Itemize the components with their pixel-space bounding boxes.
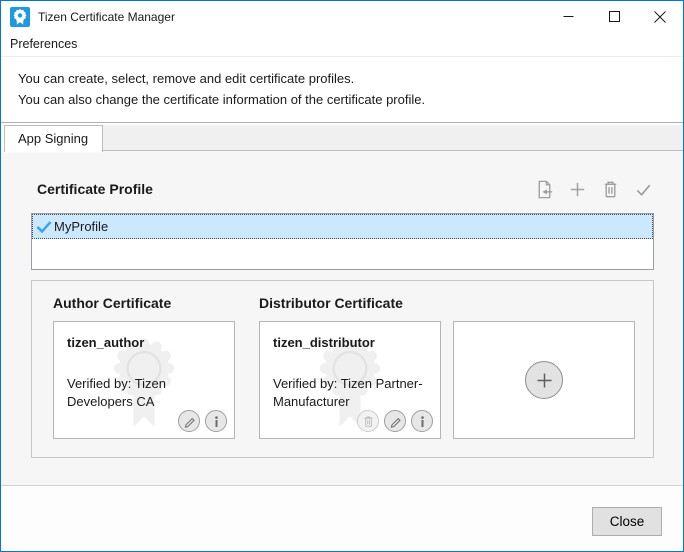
- activate-profile-icon: [633, 179, 654, 200]
- distributor-certificate-name: tizen_distributor: [273, 335, 427, 350]
- tizen-certificate-manager-window: Tizen Certificate Manager Preferences Yo…: [0, 0, 684, 552]
- certificate-profile-header-row: Certificate Profile: [1, 178, 683, 200]
- pencil-icon: [183, 415, 196, 428]
- active-profile-check-icon: [35, 219, 53, 235]
- tizen-certificate-manager-logo-icon: [10, 7, 30, 27]
- tab-strip: App Signing: [1, 123, 683, 151]
- app-signing-panel: Certificate Profile: [1, 150, 683, 485]
- author-certificate-name: tizen_author: [67, 335, 221, 350]
- info-icon: [210, 415, 223, 428]
- delete-distributor-certificate-button[interactable]: [357, 410, 379, 432]
- profile-list-item-myprofile[interactable]: MyProfile: [32, 214, 653, 239]
- add-certificate-icon: [536, 372, 553, 389]
- author-certificate-heading: Author Certificate: [53, 295, 235, 311]
- activate-profile-button[interactable]: [631, 177, 655, 201]
- profile-toolbar: [532, 177, 655, 201]
- author-certificate-verified-by: Verified by: Tizen Developers CA: [67, 375, 217, 411]
- remove-profile-button[interactable]: [598, 177, 622, 201]
- window-controls: [545, 1, 683, 32]
- maximize-icon: [609, 11, 620, 22]
- maximize-button[interactable]: [591, 1, 637, 32]
- distributor-certificate-info-button[interactable]: [411, 410, 433, 432]
- close-button[interactable]: Close: [592, 507, 662, 536]
- title-bar: Tizen Certificate Manager: [1, 1, 683, 32]
- info-banner: You can create, select, remove and edit …: [1, 57, 683, 123]
- info-line-1: You can create, select, remove and edit …: [18, 68, 673, 89]
- menu-item-preferences[interactable]: Preferences: [1, 34, 86, 54]
- info-icon: [416, 415, 429, 428]
- close-icon: [654, 11, 666, 23]
- distributor-certificate-column: Distributor Certificate: [259, 295, 635, 457]
- close-window-button[interactable]: [637, 1, 683, 32]
- certificate-profile-list: MyProfile: [31, 213, 654, 270]
- minimize-button[interactable]: [545, 1, 591, 32]
- distributor-card-actions: [357, 410, 433, 432]
- distributor-certificate-heading: Distributor Certificate: [259, 295, 635, 311]
- tab-strip-spacer: [103, 125, 683, 151]
- menu-bar: Preferences: [1, 32, 683, 57]
- certificate-profile-heading: Certificate Profile: [37, 181, 153, 197]
- certificates-group-box: Author Certificate tizen_autho: [31, 280, 654, 458]
- info-line-2: You can also change the certificate info…: [18, 89, 673, 110]
- distributor-cards-row: tizen_distributor Verified by: Tizen Par…: [259, 321, 635, 439]
- distributor-certificate-card: tizen_distributor Verified by: Tizen Par…: [259, 321, 441, 439]
- remove-profile-icon: [600, 179, 621, 200]
- minimize-icon: [563, 11, 574, 22]
- edit-distributor-certificate-button[interactable]: [384, 410, 406, 432]
- author-certificate-column: Author Certificate tizen_autho: [53, 295, 235, 457]
- import-profile-button[interactable]: [532, 177, 556, 201]
- profile-name: MyProfile: [54, 219, 108, 234]
- author-certificate-info-button[interactable]: [205, 410, 227, 432]
- window-title: Tizen Certificate Manager: [38, 10, 545, 24]
- distributor-certificate-verified-by: Verified by: Tizen Partner-Manufacturer: [273, 375, 423, 411]
- author-card-actions: [178, 410, 227, 432]
- edit-author-certificate-button[interactable]: [178, 410, 200, 432]
- author-certificate-card: tizen_author Verified by: Tizen Develope…: [53, 321, 235, 439]
- pencil-icon: [389, 415, 402, 428]
- add-distributor-certificate-button[interactable]: [525, 361, 563, 399]
- add-profile-button[interactable]: [565, 177, 589, 201]
- add-profile-icon: [567, 179, 588, 200]
- trash-icon: [362, 415, 375, 428]
- import-profile-icon: [534, 179, 555, 200]
- footer-bar: Close: [1, 485, 683, 552]
- add-distributor-certificate-card: [453, 321, 635, 439]
- tab-app-signing[interactable]: App Signing: [4, 125, 103, 152]
